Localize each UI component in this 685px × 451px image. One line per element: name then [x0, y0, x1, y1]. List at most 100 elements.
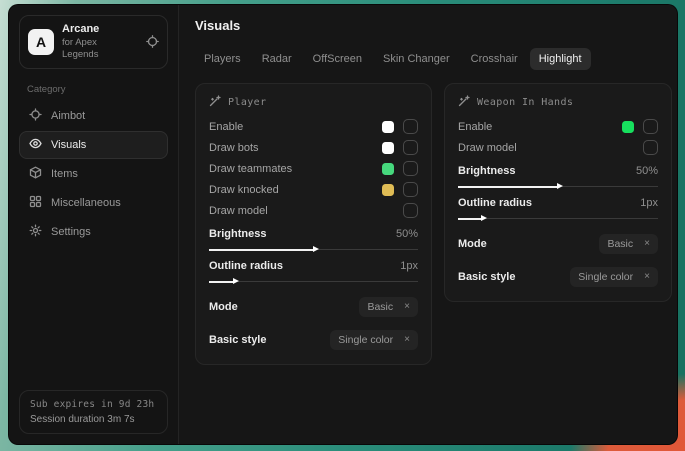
sidebar-item-label: Visuals: [51, 139, 86, 151]
sidebar-item-label: Aimbot: [51, 110, 85, 122]
box-icon: [29, 166, 42, 182]
sidebar-item-aimbot[interactable]: Aimbot: [19, 102, 168, 130]
wand-icon: [458, 95, 470, 110]
slider-value: 50%: [636, 165, 658, 177]
basic-style-select-row: Basic style Single color ×: [209, 329, 418, 351]
toggle-row-enable: Enable: [209, 116, 418, 137]
tab-players[interactable]: Players: [195, 48, 250, 70]
weapon-panel-header: Weapon In Hands: [458, 95, 658, 110]
app-name: Arcane: [62, 23, 130, 37]
mode-select-row: Mode Basic ×: [458, 233, 658, 255]
toggle-row-draw-model: Draw model: [209, 200, 418, 221]
toggle-row-draw-knocked: Draw knocked: [209, 179, 418, 200]
select-label: Mode: [209, 301, 238, 313]
sidebar-item-settings[interactable]: Settings: [19, 218, 168, 246]
mode-tag[interactable]: Basic ×: [599, 234, 658, 254]
select-label: Basic style: [458, 271, 515, 283]
brightness-slider[interactable]: [458, 183, 658, 190]
color-swatch[interactable]: [382, 184, 394, 196]
tab-bar: Players Radar OffScreen Skin Changer Cro…: [195, 48, 672, 70]
basic-style-tag[interactable]: Single color ×: [570, 267, 658, 287]
toggle-label: Draw teammates: [209, 163, 292, 175]
panels-row: Player Enable Draw bots: [195, 83, 672, 365]
app-subtitle: for Apex Legends: [62, 37, 130, 61]
slider-thumb[interactable]: [233, 278, 239, 284]
toggle-label: Enable: [209, 121, 243, 133]
sidebar-item-label: Miscellaneous: [51, 197, 121, 209]
select-label: Mode: [458, 238, 487, 250]
brightness-slider[interactable]: [209, 246, 418, 253]
app-header: A Arcane for Apex Legends: [19, 15, 168, 69]
tab-offscreen[interactable]: OffScreen: [304, 48, 371, 70]
toggle-label: Draw bots: [209, 142, 259, 154]
slider-thumb[interactable]: [557, 183, 563, 189]
sidebar-item-visuals[interactable]: Visuals: [19, 131, 168, 159]
tab-skin-changer[interactable]: Skin Changer: [374, 48, 459, 70]
draw-knocked-checkbox[interactable]: [403, 182, 418, 197]
toggle-label: Draw model: [458, 142, 517, 154]
draw-model-checkbox[interactable]: [643, 140, 658, 155]
sidebar-item-label: Items: [51, 168, 78, 180]
color-swatch[interactable]: [382, 163, 394, 175]
main-content: Visuals Players Radar OffScreen Skin Cha…: [179, 5, 678, 444]
draw-model-checkbox[interactable]: [403, 203, 418, 218]
outline-radius-slider-block: Outline radius 1px: [209, 260, 418, 285]
close-icon[interactable]: ×: [404, 302, 410, 312]
toggle-row-draw-teammates: Draw teammates: [209, 158, 418, 179]
grid-icon: [29, 195, 42, 211]
close-icon[interactable]: ×: [644, 272, 650, 282]
outline-radius-slider-block: Outline radius 1px: [458, 197, 658, 222]
tab-crosshair[interactable]: Crosshair: [462, 48, 527, 70]
slider-label: Outline radius: [458, 197, 532, 209]
mode-tag[interactable]: Basic ×: [359, 297, 418, 317]
crosshair-icon: [29, 108, 42, 124]
page-title: Visuals: [195, 18, 672, 33]
sidebar-item-items[interactable]: Items: [19, 160, 168, 188]
color-swatch[interactable]: [382, 142, 394, 154]
slider-label: Outline radius: [209, 260, 283, 272]
slider-value: 1px: [640, 197, 658, 209]
toggle-label: Draw knocked: [209, 184, 279, 196]
player-panel-header: Player: [209, 95, 418, 110]
sidebar-item-miscellaneous[interactable]: Miscellaneous: [19, 189, 168, 217]
toggle-row-enable: Enable: [458, 116, 658, 137]
outline-radius-slider[interactable]: [458, 215, 658, 222]
slider-value: 1px: [400, 260, 418, 272]
app-logo: A: [28, 29, 54, 55]
eye-icon: [29, 137, 42, 153]
draw-teammates-checkbox[interactable]: [403, 161, 418, 176]
category-label: Category: [27, 84, 160, 95]
slider-thumb[interactable]: [481, 215, 487, 221]
basic-style-tag[interactable]: Single color ×: [330, 330, 418, 350]
basic-style-select-row: Basic style Single color ×: [458, 266, 658, 288]
slider-thumb[interactable]: [313, 246, 319, 252]
sub-expires-text: Sub expires in 9d 23h: [30, 399, 157, 410]
toggle-row-draw-bots: Draw bots: [209, 137, 418, 158]
panel-title: Weapon In Hands: [477, 97, 573, 108]
sidebar: A Arcane for Apex Legends Category Aimbo…: [9, 5, 179, 444]
slider-label: Brightness: [209, 228, 266, 240]
enable-checkbox[interactable]: [403, 119, 418, 134]
tab-radar[interactable]: Radar: [253, 48, 301, 70]
gear-icon: [29, 224, 42, 240]
close-icon[interactable]: ×: [404, 335, 410, 345]
mode-select-row: Mode Basic ×: [209, 296, 418, 318]
player-panel: Player Enable Draw bots: [195, 83, 432, 365]
toggle-row-draw-model: Draw model: [458, 137, 658, 158]
color-swatch[interactable]: [622, 121, 634, 133]
draw-bots-checkbox[interactable]: [403, 140, 418, 155]
app-window: A Arcane for Apex Legends Category Aimbo…: [8, 4, 678, 445]
select-label: Basic style: [209, 334, 266, 346]
close-icon[interactable]: ×: [644, 239, 650, 249]
tab-highlight[interactable]: Highlight: [530, 48, 591, 70]
enable-checkbox[interactable]: [643, 119, 658, 134]
toggle-label: Draw model: [209, 205, 268, 217]
toggle-label: Enable: [458, 121, 492, 133]
outline-radius-slider[interactable]: [209, 278, 418, 285]
slider-value: 50%: [396, 228, 418, 240]
target-icon[interactable]: [146, 35, 159, 48]
panel-title: Player: [228, 97, 267, 108]
session-duration-text: Session duration 3m 7s: [30, 414, 157, 425]
color-swatch[interactable]: [382, 121, 394, 133]
sidebar-item-label: Settings: [51, 226, 91, 238]
